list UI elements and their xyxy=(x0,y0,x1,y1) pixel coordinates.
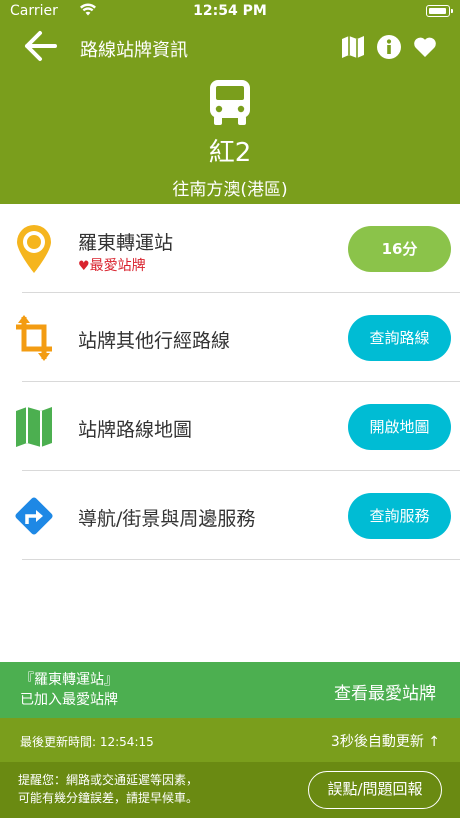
other-routes-label: 站牌其他行經路線 xyxy=(78,330,231,352)
bus-icon xyxy=(210,80,250,125)
header: Carrier 12:54 PM 路線站牌資訊 紅2 往南方澳(港區) xyxy=(0,0,460,204)
notice-line-2: 可能有幾分鐘誤差，請提早候車。 xyxy=(18,791,199,805)
stop-row: 羅東轉運站 ♥最愛站牌 16分 xyxy=(0,204,460,293)
auto-refresh-countdown[interactable]: 3秒後自動更新 ↑ xyxy=(331,731,440,751)
eta-badge[interactable]: 16分 xyxy=(348,226,451,272)
page-title: 路線站牌資訊 xyxy=(80,40,188,61)
query-services-button[interactable]: 查詢服務 xyxy=(348,493,451,539)
stop-name: 羅東轉運站 xyxy=(78,232,174,254)
battery-icon xyxy=(426,5,453,17)
back-arrow-icon[interactable] xyxy=(24,30,58,62)
heart-icon[interactable] xyxy=(412,34,438,60)
status-bar: Carrier 12:54 PM xyxy=(0,0,460,22)
route-direction: 往南方澳(港區) xyxy=(172,180,288,200)
last-updated-time: 最後更新時間: 12:54:15 xyxy=(20,735,154,749)
update-bar: 最後更新時間: 12:54:15 3秒後自動更新 ↑ xyxy=(0,718,460,762)
route-map-row: 站牌路線地圖 開啟地圖 xyxy=(0,382,460,471)
notice-text: 提醒您：網路或交通延遲等因素， 可能有幾分鐘誤差，請提早候車。 xyxy=(18,771,198,807)
favorite-notice-added: 已加入最愛站牌 xyxy=(20,692,118,708)
map-icon[interactable] xyxy=(340,34,366,60)
favorite-tag: ♥最愛站牌 xyxy=(78,255,146,275)
favorite-heart-icon: ♥ xyxy=(78,259,90,274)
view-favorites-button[interactable]: 查看最愛站牌 xyxy=(334,679,436,704)
directions-icon xyxy=(15,497,53,535)
navigation-label: 導航/街景與周邊服務 xyxy=(78,508,256,530)
favorite-notice-bar: 『羅東轉運站』 已加入最愛站牌 查看最愛站牌 xyxy=(0,662,460,718)
report-issue-button[interactable]: 誤點/問題回報 xyxy=(308,771,442,809)
favorite-notice-text: 『羅東轉運站』 已加入最愛站牌 xyxy=(20,670,118,710)
open-map-button[interactable]: 開啟地圖 xyxy=(348,404,451,450)
other-routes-row: 站牌其他行經路線 查詢路線 xyxy=(0,293,460,382)
info-icon[interactable] xyxy=(376,34,402,60)
navigation-row: 導航/街景與周邊服務 查詢服務 xyxy=(0,471,460,560)
route-name: 紅2 xyxy=(208,138,252,168)
crop-transfer-icon xyxy=(16,315,52,361)
folded-map-icon xyxy=(16,407,52,447)
route-map-label: 站牌路線地圖 xyxy=(78,419,193,441)
location-pin-icon xyxy=(17,225,51,273)
notice-line-1: 提醒您：網路或交通延遲等因素， xyxy=(18,773,199,787)
favorite-label: 最愛站牌 xyxy=(89,258,146,274)
divider xyxy=(22,559,460,560)
query-routes-button[interactable]: 查詢路線 xyxy=(348,315,451,361)
favorite-notice-stop: 『羅東轉運站』 xyxy=(20,672,118,688)
notice-bar: 提醒您：網路或交通延遲等因素， 可能有幾分鐘誤差，請提早候車。 誤點/問題回報 xyxy=(0,762,460,818)
status-time: 12:54 PM xyxy=(193,3,267,19)
